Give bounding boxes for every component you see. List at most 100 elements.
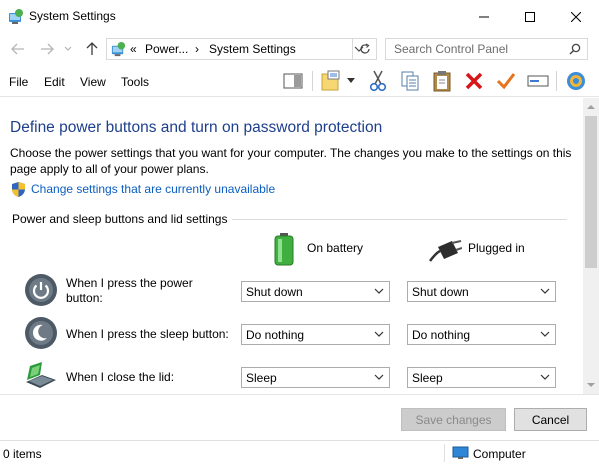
power-plug-icon xyxy=(429,240,462,262)
recent-locations-button[interactable] xyxy=(63,41,73,57)
computer-icon xyxy=(452,446,469,459)
scrollbar-thumb[interactable] xyxy=(585,116,597,268)
vertical-scrollbar[interactable] xyxy=(583,98,599,394)
scroll-up-icon[interactable] xyxy=(587,103,595,111)
chevron-down-icon xyxy=(374,288,384,294)
row-label-close-lid: When I close the lid: xyxy=(66,370,175,384)
cut-button[interactable] xyxy=(365,69,391,93)
status-location: Computer xyxy=(473,447,526,461)
breadcrumb-separator: › xyxy=(195,42,199,56)
properties-button[interactable] xyxy=(318,69,344,93)
breadcrumb-system-settings[interactable]: System Settings xyxy=(209,42,296,56)
cut-icon xyxy=(369,70,387,92)
menu-file[interactable]: File xyxy=(9,75,28,89)
power-button-icon xyxy=(25,274,57,306)
sleep-button-plugged-select[interactable]: Do nothing xyxy=(407,324,556,345)
checkmark-icon xyxy=(496,73,516,90)
close-icon xyxy=(571,11,581,22)
select-value: Sleep xyxy=(412,371,443,385)
up-arrow-icon xyxy=(86,42,98,55)
refresh-button[interactable] xyxy=(352,38,377,60)
column-plugged-in: Plugged in xyxy=(468,241,525,255)
maximize-icon xyxy=(525,11,535,22)
row-label-sleep-button: When I press the sleep button: xyxy=(66,327,229,341)
address-bar[interactable]: « Power... › System Settings xyxy=(106,38,377,60)
page-description: Choose the power settings that you want … xyxy=(10,146,572,176)
chevron-down-icon xyxy=(374,374,384,380)
menu-bar: File Edit View Tools xyxy=(0,65,599,97)
back-button[interactable] xyxy=(10,41,26,57)
select-value: Sleep xyxy=(246,371,277,385)
select-value: Do nothing xyxy=(412,328,471,342)
chevron-down-icon xyxy=(374,331,384,337)
menu-edit[interactable]: Edit xyxy=(44,75,65,89)
paste-button[interactable] xyxy=(429,69,455,93)
chevron-down-icon xyxy=(540,331,550,337)
chevron-down-icon xyxy=(540,288,550,294)
chevron-down-icon xyxy=(64,46,72,51)
laptop-lid-icon xyxy=(26,362,56,388)
control-panel-icon xyxy=(567,72,585,90)
forward-arrow-icon xyxy=(41,43,54,55)
search-box[interactable]: Search Control Panel xyxy=(385,38,588,60)
select-value: Do nothing xyxy=(246,328,305,342)
save-changes-button[interactable]: Save changes xyxy=(401,408,506,431)
preview-pane-button[interactable] xyxy=(280,69,306,93)
row-label-power-button: When I press the power button: xyxy=(66,276,193,305)
close-lid-plugged-select[interactable]: Sleep xyxy=(407,367,556,388)
select-value: Shut down xyxy=(246,285,303,299)
change-settings-link[interactable]: Change settings that are currently unava… xyxy=(31,182,275,196)
delete-icon xyxy=(465,72,483,90)
uac-shield-icon xyxy=(12,182,25,197)
refresh-icon xyxy=(360,43,370,54)
window-title: System Settings xyxy=(29,9,116,23)
sleep-button-battery-select[interactable]: Do nothing xyxy=(241,324,390,345)
sleep-button-icon xyxy=(25,317,57,349)
apply-button[interactable] xyxy=(493,69,519,93)
search-icon xyxy=(569,43,581,55)
item-count: 0 items xyxy=(3,447,42,461)
up-button[interactable] xyxy=(84,41,100,57)
menu-view[interactable]: View xyxy=(80,75,106,89)
title-bar: System Settings xyxy=(0,0,599,33)
status-separator xyxy=(444,444,445,462)
power-button-battery-select[interactable]: Shut down xyxy=(241,281,390,302)
battery-icon xyxy=(274,233,294,266)
search-placeholder: Search Control Panel xyxy=(394,42,509,56)
select-value: Shut down xyxy=(412,285,469,299)
power-button-plugged-select[interactable]: Shut down xyxy=(407,281,556,302)
close-button[interactable] xyxy=(553,0,599,33)
properties-dropdown[interactable] xyxy=(344,69,358,93)
group-divider xyxy=(232,219,567,220)
dialog-footer: Save changes Cancel xyxy=(0,394,599,440)
properties-icon xyxy=(321,70,340,91)
maximize-button[interactable] xyxy=(507,0,553,33)
cancel-button[interactable]: Cancel xyxy=(514,408,587,431)
minimize-button[interactable] xyxy=(461,0,507,33)
minimize-icon xyxy=(479,16,489,17)
page-heading: Define power buttons and turn on passwor… xyxy=(10,119,383,136)
control-panel-button[interactable] xyxy=(563,69,589,93)
control-panel-icon xyxy=(7,8,25,26)
scroll-down-icon[interactable] xyxy=(587,381,595,389)
chevron-down-icon xyxy=(347,78,355,83)
preview-pane-icon xyxy=(283,73,303,89)
copy-icon xyxy=(401,71,419,91)
close-lid-battery-select[interactable]: Sleep xyxy=(241,367,390,388)
status-bar: 0 items Computer xyxy=(0,440,599,464)
breadcrumb-power[interactable]: Power... xyxy=(145,42,188,56)
navigation-bar: « Power... › System Settings Search Cont… xyxy=(0,33,599,65)
menu-tools[interactable]: Tools xyxy=(121,75,149,89)
column-on-battery: On battery xyxy=(307,241,364,255)
control-panel-icon xyxy=(110,41,127,58)
paste-icon xyxy=(433,71,451,92)
chevron-down-icon xyxy=(540,374,550,380)
toolbar-separator xyxy=(312,71,313,91)
forward-button[interactable] xyxy=(39,41,55,57)
breadcrumb-overflow[interactable]: « xyxy=(130,42,137,56)
delete-button[interactable] xyxy=(461,69,487,93)
rename-button[interactable] xyxy=(525,69,551,93)
copy-button[interactable] xyxy=(397,69,423,93)
content-area: Define power buttons and turn on passwor… xyxy=(0,98,583,394)
back-arrow-icon xyxy=(11,43,24,55)
